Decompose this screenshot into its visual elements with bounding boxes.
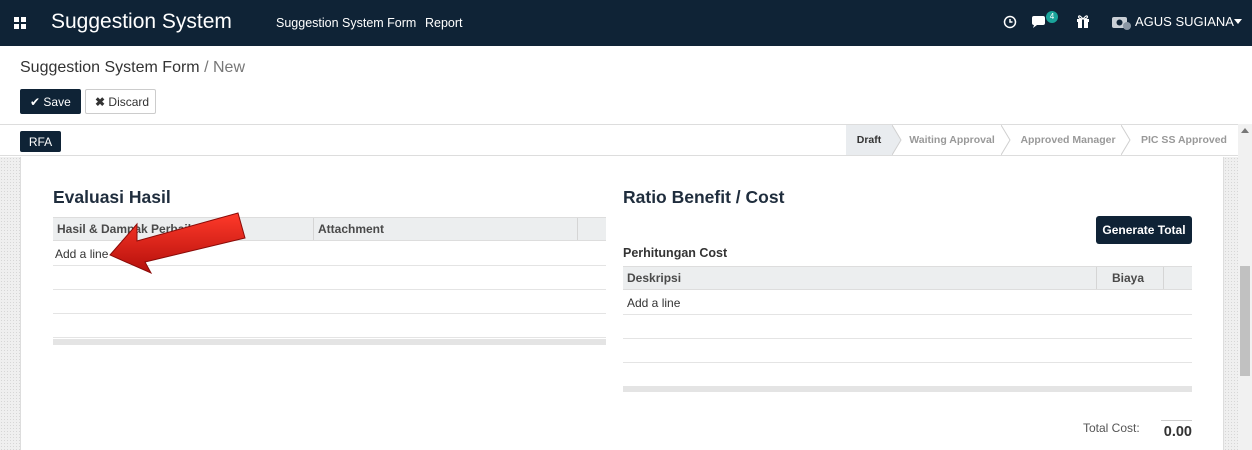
evaluasi-add-line[interactable]: Add a line	[55, 247, 108, 261]
scroll-up-icon[interactable]	[1241, 128, 1249, 133]
discard-button[interactable]: ✖ Discard	[85, 89, 156, 114]
table-footer	[623, 386, 1192, 392]
stage-draft[interactable]: Draft	[846, 125, 892, 155]
apps-menu-icon[interactable]	[14, 17, 26, 29]
column-divider	[1163, 267, 1164, 289]
save-button[interactable]: ✔ Save	[20, 89, 81, 114]
perhitungan-cost-title: Perhitungan Cost	[623, 246, 728, 260]
breadcrumb-current: New	[212, 59, 245, 76]
column-attachment[interactable]: Attachment	[314, 218, 384, 240]
messages-badge: 4	[1046, 11, 1058, 23]
stage-chevron-icon	[892, 125, 902, 155]
cost-table-header: Deskripsi Biaya	[623, 266, 1192, 290]
table-row: Add a line	[623, 291, 1192, 315]
column-divider	[577, 218, 578, 240]
caret-down-icon[interactable]	[1234, 19, 1242, 25]
menu-report[interactable]: Report	[425, 16, 463, 30]
column-hasil-dampak[interactable]: Hasil & Dampak Perbaikan	[53, 218, 208, 240]
table-row: Add a line	[53, 242, 606, 266]
cost-add-line[interactable]: Add a line	[627, 296, 680, 310]
table-row	[623, 363, 1192, 387]
breadcrumb-parent[interactable]: Suggestion System Form	[20, 59, 200, 76]
scrollbar-thumb[interactable]	[1240, 266, 1250, 376]
generate-total-button[interactable]: Generate Total	[1096, 216, 1192, 244]
user-name[interactable]: AGUS SUGIANA	[1135, 14, 1234, 29]
stage-chevron-icon	[1121, 125, 1131, 155]
discard-label: Discard	[108, 94, 150, 109]
rfa-button[interactable]: RFA	[20, 131, 61, 152]
evaluasi-hasil-title: Evaluasi Hasil	[53, 187, 171, 207]
clock-icon[interactable]	[1003, 15, 1017, 29]
top-navbar: Suggestion System Suggestion System Form…	[0, 0, 1252, 46]
form-statusbar: RFA Draft Waiting Approval Approved Mana…	[0, 124, 1238, 156]
column-deskripsi[interactable]: Deskripsi	[623, 267, 681, 289]
breadcrumb: Suggestion System Form / New	[20, 59, 245, 77]
table-row	[53, 314, 606, 338]
close-icon: ✖	[95, 94, 106, 109]
stage-waiting-approval[interactable]: Waiting Approval	[904, 125, 1000, 155]
check-icon: ✔	[30, 94, 41, 109]
total-cost-label: Total Cost:	[1083, 421, 1140, 435]
column-biaya[interactable]: Biaya	[1097, 267, 1163, 289]
total-cost-value: 0.00	[1161, 420, 1192, 440]
app-title[interactable]: Suggestion System	[51, 10, 232, 34]
stage-pic-ss-approved[interactable]: PIC SS Approved	[1134, 125, 1234, 155]
breadcrumb-separator: /	[204, 59, 209, 76]
table-row	[623, 315, 1192, 339]
gift-icon[interactable]	[1076, 14, 1090, 29]
menu-suggestion-system-form[interactable]: Suggestion System Form	[276, 16, 416, 30]
avatar[interactable]	[1111, 13, 1133, 31]
table-row	[53, 290, 606, 314]
save-label: Save	[43, 94, 71, 109]
table-row	[623, 339, 1192, 363]
table-row	[53, 266, 606, 290]
stage-chevron-icon	[1001, 125, 1011, 155]
stage-approved-manager[interactable]: Approved Manager	[1014, 125, 1122, 155]
evaluasi-table-header: Hasil & Dampak Perbaikan Attachment	[53, 217, 606, 241]
table-footer	[53, 339, 606, 345]
ratio-benefit-cost-title: Ratio Benefit / Cost	[623, 187, 785, 207]
